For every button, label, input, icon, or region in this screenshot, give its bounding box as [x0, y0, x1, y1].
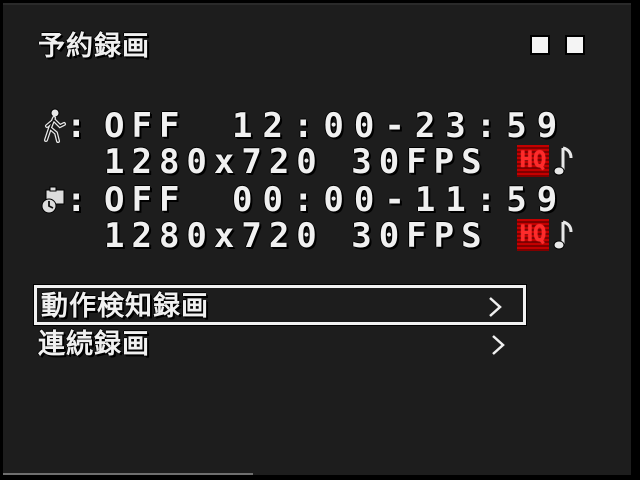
osd-screen: 予約録画 : OFF 12:00-23:59 1280x720 30FPS HQ…: [0, 0, 640, 480]
status-indicator-2: [565, 35, 585, 55]
menu-item-motion-recording[interactable]: 動作検知録画: [34, 285, 526, 325]
motion-time-range: 12:00-23:59: [232, 106, 568, 146]
walking-person-icon: [40, 108, 68, 144]
continuous-resolution-fps: 1280x720 30FPS: [104, 216, 489, 256]
motion-status: OFF: [104, 106, 187, 146]
camera-clock-icon: [40, 184, 68, 220]
chevron-right-icon: [490, 334, 506, 356]
menu-item-label: 動作検知録画: [41, 291, 209, 322]
continuous-time-range: 00:00-11:59: [232, 180, 568, 220]
continuous-hq-badge: HQ: [517, 219, 549, 251]
continuous-status: OFF: [104, 180, 187, 220]
motion-hq-badge: HQ: [517, 145, 549, 177]
continuous-colon: :: [66, 180, 94, 220]
page-title: 予約録画: [38, 31, 150, 62]
music-note-icon: [553, 218, 575, 252]
status-indicator-1: [530, 35, 550, 55]
chevron-right-icon: [487, 296, 503, 318]
menu-item-label: 連続録画: [38, 329, 150, 360]
music-note-icon: [553, 144, 575, 178]
motion-resolution-fps: 1280x720 30FPS: [104, 142, 489, 182]
bottom-rule: [3, 473, 253, 475]
menu-item-continuous-recording[interactable]: 連続録画: [34, 326, 526, 366]
motion-colon: :: [66, 106, 94, 146]
